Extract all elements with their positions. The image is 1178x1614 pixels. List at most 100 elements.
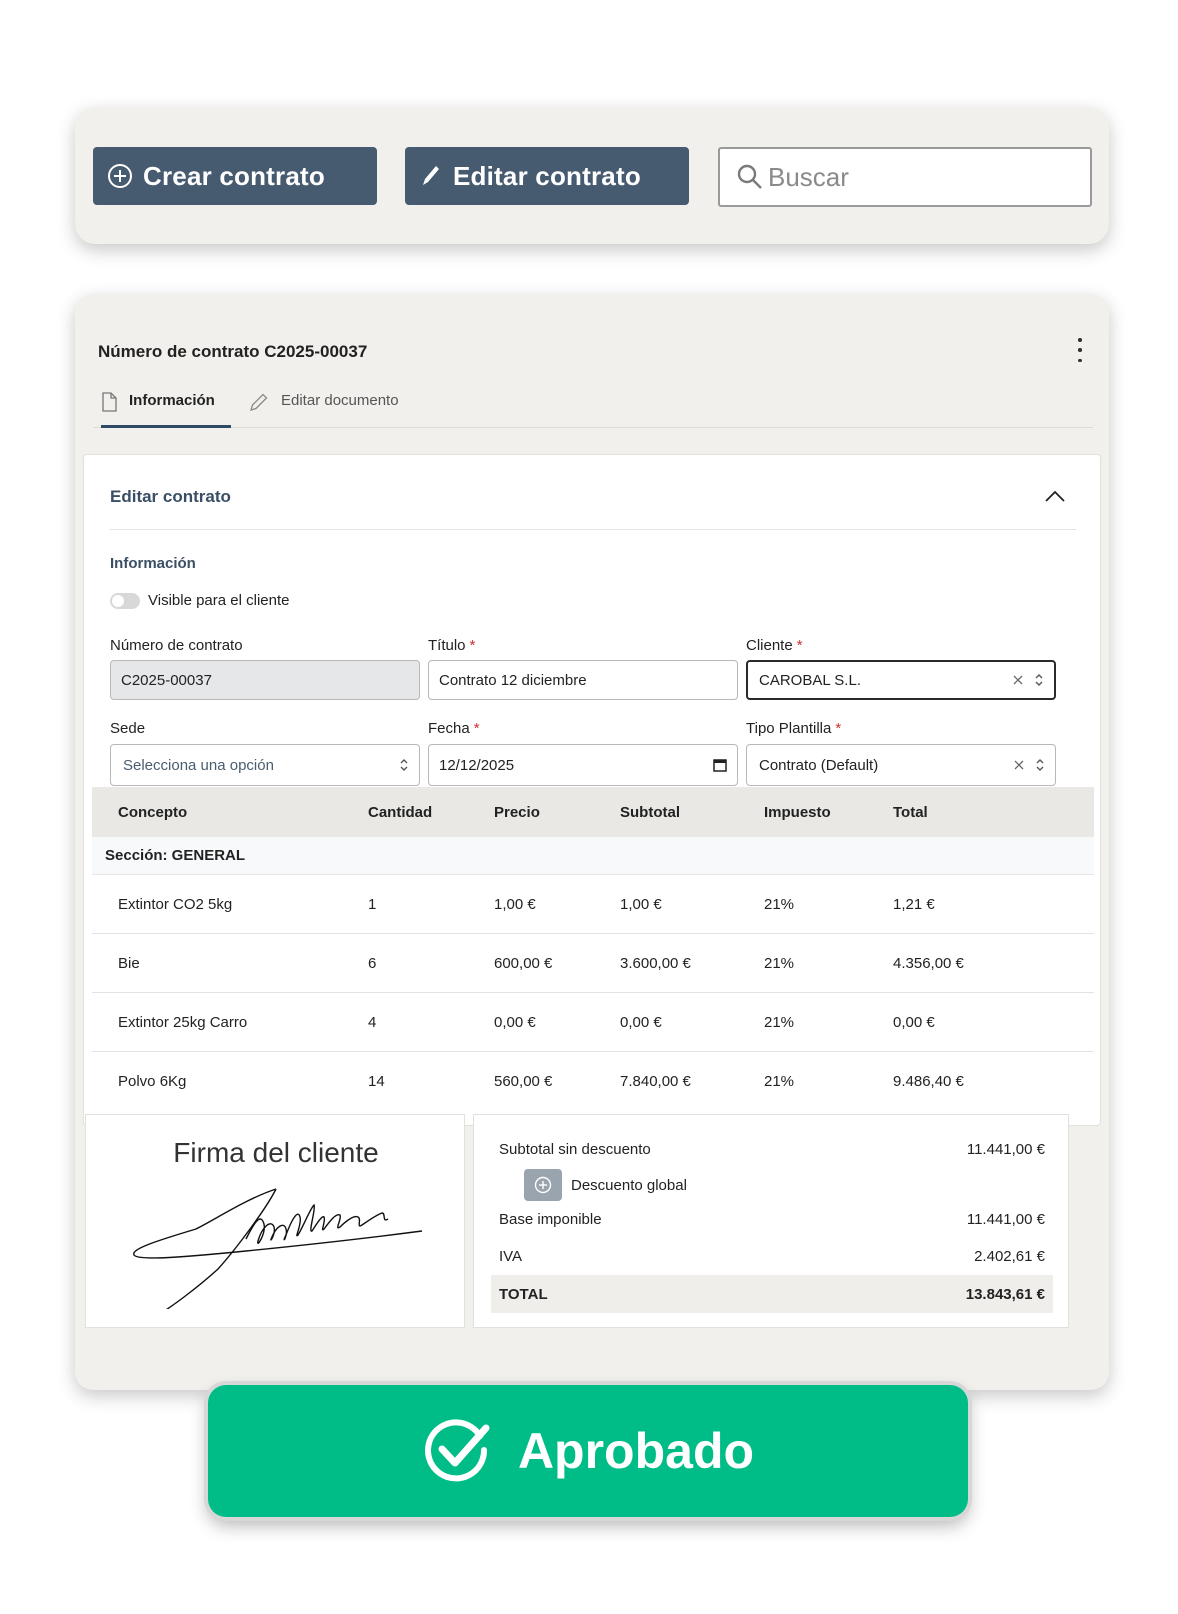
toolbar: Crear contrato Editar contrato Buscar bbox=[75, 107, 1109, 244]
tab-informacion-label: Información bbox=[129, 392, 215, 409]
table-header: Concepto Cantidad Precio Subtotal Impues… bbox=[92, 787, 1094, 837]
calendar-icon[interactable] bbox=[713, 758, 727, 772]
sede-select[interactable]: Selecciona una opción bbox=[110, 744, 420, 786]
approved-badge: Aprobado bbox=[208, 1385, 968, 1517]
tabs: Información Editar documento bbox=[93, 390, 1093, 428]
edit-contract-panel: Editar contrato Información Visible para… bbox=[83, 454, 1101, 1126]
edit-contract-button[interactable]: Editar contrato bbox=[405, 147, 689, 205]
column-header: Cantidad bbox=[368, 803, 433, 821]
more-options-icon[interactable] bbox=[1075, 338, 1085, 362]
column-header: Subtotal bbox=[620, 803, 680, 821]
create-contract-label: Crear contrato bbox=[143, 160, 325, 191]
panel-title: Editar contrato bbox=[110, 487, 231, 506]
clear-icon[interactable] bbox=[1013, 759, 1025, 771]
numero-field: C2025-00037 bbox=[110, 660, 420, 700]
cell-precio: 0,00 € bbox=[494, 1013, 536, 1031]
plus-circle-icon bbox=[534, 1176, 552, 1194]
approved-label: Aprobado bbox=[517, 1423, 755, 1479]
iva-label: IVA bbox=[499, 1248, 523, 1265]
plus-circle-icon bbox=[108, 164, 132, 188]
column-header: Impuesto bbox=[764, 803, 831, 821]
iva-row: IVA 2.402,61 € bbox=[499, 1248, 1045, 1265]
cell-cantidad: 6 bbox=[368, 954, 377, 972]
signature-panel: Firma del cliente bbox=[85, 1114, 465, 1328]
cell-cantidad: 1 bbox=[368, 895, 377, 913]
titulo-label: Título * bbox=[428, 637, 476, 654]
cell-impuesto: 21% bbox=[764, 895, 795, 913]
pencil-icon bbox=[250, 393, 268, 411]
cell-impuesto: 21% bbox=[764, 1013, 795, 1031]
visible-toggle[interactable] bbox=[110, 593, 140, 609]
subtotal-value: 11.441,00 € bbox=[966, 1141, 1045, 1158]
base-value: 11.441,00 € bbox=[966, 1211, 1045, 1228]
cell-concepto: Extintor 25kg Carro bbox=[118, 1013, 248, 1031]
subtotal-row: Subtotal sin descuento 11.441,00 € bbox=[499, 1141, 1045, 1158]
iva-value: 2.402,61 € bbox=[974, 1248, 1045, 1265]
fecha-label: Fecha * bbox=[428, 720, 480, 737]
divider bbox=[110, 529, 1076, 530]
contract-card: Número de contrato C2025-00037 Informaci… bbox=[75, 294, 1109, 1390]
tab-informacion[interactable]: Información bbox=[101, 390, 231, 428]
document-icon bbox=[102, 392, 117, 412]
cell-total: 4.356,00 € bbox=[893, 954, 964, 972]
cell-impuesto: 21% bbox=[764, 954, 795, 972]
create-contract-button[interactable]: Crear contrato bbox=[93, 147, 377, 205]
base-row: Base imponible 11.441,00 € bbox=[499, 1211, 1045, 1228]
sede-label: Sede bbox=[110, 720, 146, 737]
cell-cantidad: 14 bbox=[368, 1073, 385, 1090]
updown-chevron-icon bbox=[400, 759, 408, 771]
table-row[interactable]: Bie 6 600,00 € 3.600,00 € 21% 4.356,00 € bbox=[92, 934, 1094, 993]
total-value: 13.843,61 € bbox=[965, 1285, 1045, 1303]
cell-total: 9.486,40 € bbox=[893, 1073, 964, 1090]
cell-concepto: Extintor CO2 5kg bbox=[118, 895, 233, 913]
cell-precio: 1,00 € bbox=[494, 895, 536, 913]
chevron-up-icon[interactable] bbox=[1044, 489, 1066, 503]
cell-concepto: Polvo 6Kg bbox=[118, 1073, 187, 1090]
subtotal-label: Subtotal sin descuento bbox=[499, 1141, 651, 1158]
titulo-field[interactable]: Contrato 12 diciembre bbox=[428, 660, 738, 700]
cell-subtotal: 1,00 € bbox=[620, 895, 662, 913]
global-discount: Descuento global bbox=[524, 1169, 687, 1201]
updown-chevron-icon[interactable] bbox=[1034, 672, 1044, 688]
cliente-label: Cliente * bbox=[746, 637, 803, 654]
check-circle-icon bbox=[424, 1419, 490, 1482]
numero-label: Número de contrato bbox=[110, 637, 243, 654]
total-row: TOTAL 13.843,61 € bbox=[491, 1275, 1053, 1313]
updown-chevron-icon[interactable] bbox=[1035, 757, 1045, 773]
column-header: Total bbox=[893, 803, 928, 821]
base-label: Base imponible bbox=[499, 1211, 602, 1228]
cell-cantidad: 4 bbox=[368, 1013, 377, 1031]
cell-subtotal: 0,00 € bbox=[620, 1013, 662, 1031]
cell-impuesto: 21% bbox=[764, 1073, 795, 1090]
search-placeholder: Buscar bbox=[768, 161, 849, 192]
totals-panel: Subtotal sin descuento 11.441,00 € Descu… bbox=[473, 1114, 1069, 1328]
total-label: TOTAL bbox=[499, 1285, 548, 1303]
column-header: Concepto bbox=[118, 803, 188, 821]
table-row[interactable]: Polvo 6Kg 14 560,00 € 7.840,00 € 21% 9.4… bbox=[92, 1052, 1094, 1111]
cell-total: 1,21 € bbox=[893, 895, 935, 913]
plantilla-label: Tipo Plantilla * bbox=[746, 720, 842, 737]
visible-toggle-label: Visible para el cliente bbox=[148, 592, 290, 609]
cell-subtotal: 3.600,00 € bbox=[620, 954, 691, 972]
plantilla-select[interactable]: Contrato (Default) bbox=[746, 744, 1056, 786]
cell-subtotal: 7.840,00 € bbox=[620, 1073, 691, 1090]
cell-concepto: Bie bbox=[118, 954, 140, 972]
cell-total: 0,00 € bbox=[893, 1013, 935, 1031]
fecha-input[interactable]: 12/12/2025 bbox=[428, 744, 738, 786]
add-discount-button[interactable] bbox=[524, 1169, 562, 1201]
pencil-icon bbox=[423, 166, 439, 185]
column-header: Precio bbox=[494, 803, 540, 821]
section-label: Información bbox=[110, 555, 196, 572]
edit-contract-label: Editar contrato bbox=[453, 160, 641, 191]
search-input[interactable]: Buscar bbox=[718, 147, 1092, 207]
discount-label: Descuento global bbox=[571, 1176, 687, 1194]
search-icon bbox=[737, 164, 762, 189]
signature-title: Firma del cliente bbox=[173, 1137, 379, 1168]
signature-image bbox=[133, 1188, 423, 1309]
table-row[interactable]: Extintor 25kg Carro 4 0,00 € 0,00 € 21% … bbox=[92, 993, 1094, 1052]
tab-editar-documento[interactable]: Editar documento bbox=[249, 390, 399, 428]
cliente-select[interactable]: CAROBAL S.L. bbox=[746, 660, 1056, 700]
table-row[interactable]: Extintor CO2 5kg 1 1,00 € 1,00 € 21% 1,2… bbox=[92, 875, 1094, 934]
cell-precio: 600,00 € bbox=[494, 954, 553, 972]
clear-icon[interactable] bbox=[1012, 674, 1024, 686]
